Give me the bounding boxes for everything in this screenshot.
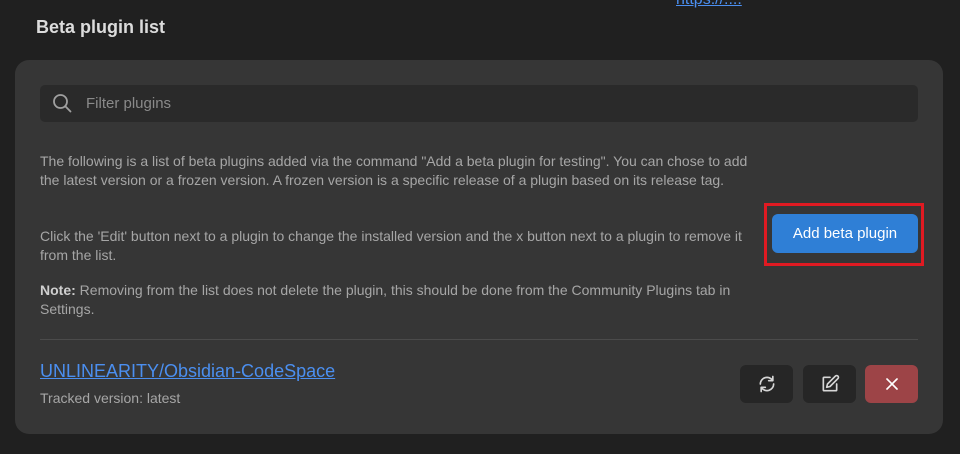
note-text: Removing from the list does not delete t… bbox=[40, 282, 731, 317]
close-icon bbox=[885, 378, 898, 390]
description-paragraph-1: The following is a list of beta plugins … bbox=[40, 153, 748, 188]
description-paragraph-2: Click the 'Edit' button next to a plugin… bbox=[40, 228, 742, 263]
description-note: Note: Removing from the list does not de… bbox=[40, 281, 755, 319]
divider bbox=[40, 339, 918, 340]
filter-search-box[interactable] bbox=[40, 85, 918, 122]
edit-icon bbox=[822, 374, 839, 392]
search-icon bbox=[52, 93, 72, 113]
top-link[interactable]: https://.... bbox=[676, 0, 742, 9]
plugin-tracked-version: Tracked version: latest bbox=[40, 390, 181, 406]
filter-plugins-input[interactable] bbox=[86, 85, 906, 122]
remove-plugin-button[interactable] bbox=[865, 365, 918, 403]
add-beta-plugin-button[interactable]: Add beta plugin bbox=[772, 214, 918, 253]
edit-plugin-button[interactable] bbox=[803, 365, 856, 403]
beta-plugin-panel: The following is a list of beta plugins … bbox=[15, 60, 943, 434]
update-plugin-button[interactable] bbox=[740, 365, 793, 403]
section-heading: Beta plugin list bbox=[36, 17, 166, 37]
plugin-name-link[interactable]: UNLINEARITY/Obsidian-CodeSpace bbox=[40, 361, 335, 382]
refresh-icon bbox=[759, 375, 774, 393]
note-label: Note: bbox=[40, 282, 76, 298]
